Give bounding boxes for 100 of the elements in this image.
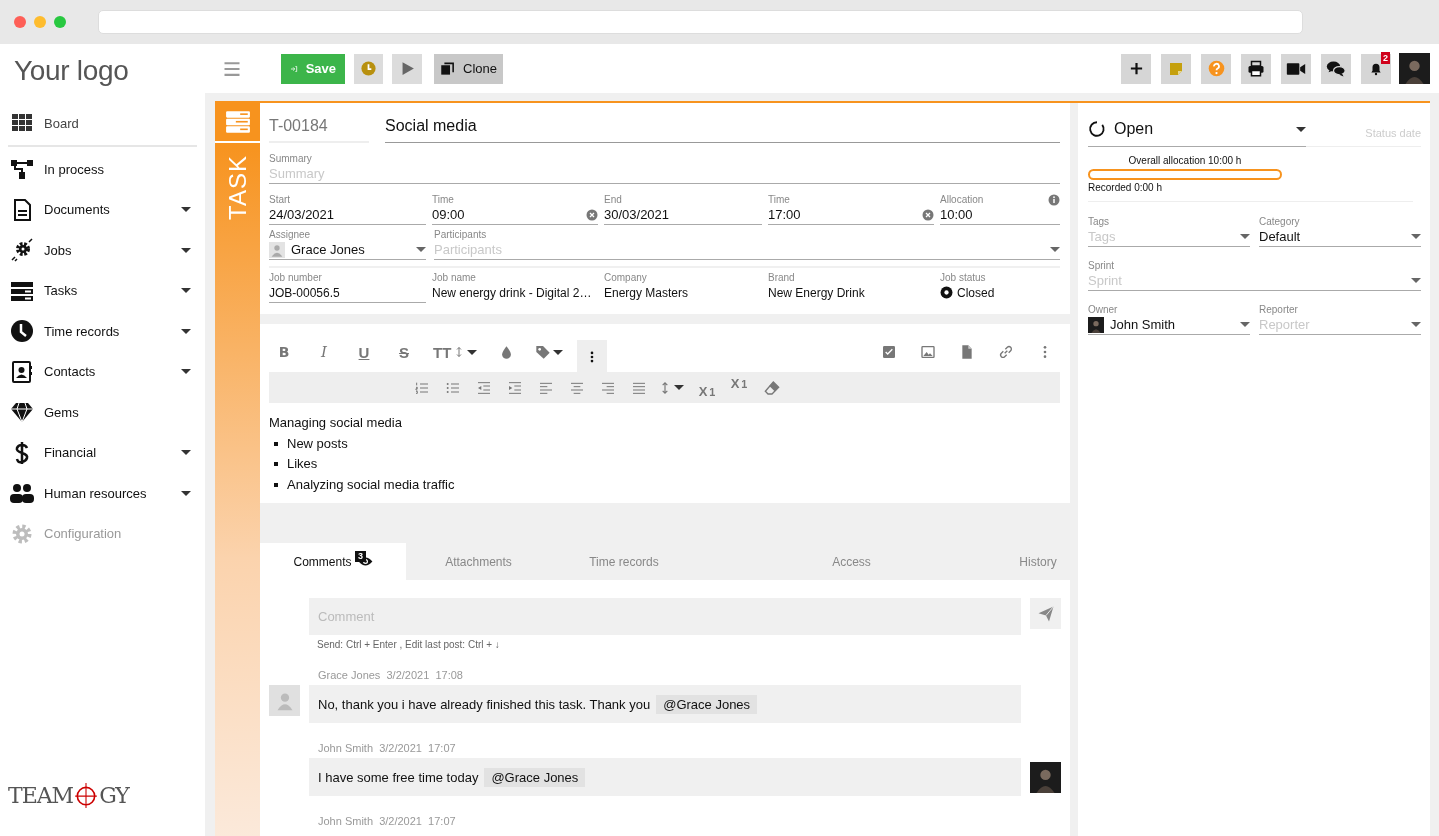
mention-tag[interactable]: @Grace Jones xyxy=(656,694,758,714)
caret-icon xyxy=(181,490,191,496)
format-button[interactable]: TT xyxy=(429,337,482,367)
comment-meta: John Smith 3/2/2021 17:07 xyxy=(317,815,457,827)
job-detail: Job name New energy drink - Digital 2… xyxy=(432,272,593,302)
contact-card-icon xyxy=(10,359,34,384)
link-icon xyxy=(998,344,1014,360)
notifications-button[interactable]: 2 xyxy=(1361,53,1391,84)
status-select[interactable]: Open xyxy=(1088,117,1306,147)
task-title-field[interactable]: Social media xyxy=(385,117,1060,143)
user-avatar[interactable] xyxy=(1399,53,1430,84)
recorded-text: Recorded 0:00 h xyxy=(1088,182,1163,193)
send-button[interactable] xyxy=(1030,598,1061,629)
help-icon xyxy=(1207,60,1225,77)
assignee-select[interactable]: Assignee Grace Jones xyxy=(269,229,426,260)
caret-icon xyxy=(416,247,426,252)
close-dot[interactable] xyxy=(14,16,26,28)
sticky-note-icon xyxy=(1168,60,1184,77)
sidebar-item[interactable]: Human resources xyxy=(8,473,197,514)
caret-icon xyxy=(181,288,191,294)
user-avatar-icon xyxy=(1030,761,1061,793)
format-button[interactable]: U xyxy=(349,337,379,367)
radio-icon xyxy=(940,286,953,299)
add-button[interactable] xyxy=(1121,53,1151,84)
bell-icon xyxy=(1369,61,1383,76)
plus-icon xyxy=(1128,61,1144,76)
sidebar-item[interactable]: Jobs xyxy=(8,230,197,271)
video-button[interactable] xyxy=(1281,53,1311,84)
people-icon xyxy=(10,481,34,506)
job-status: Job status Closed xyxy=(940,272,996,302)
info-icon xyxy=(1048,194,1060,206)
image-icon xyxy=(920,344,936,360)
caret-icon xyxy=(181,369,191,375)
task-number: T-00184 xyxy=(269,117,369,143)
tag-icon xyxy=(535,344,552,360)
file-icon xyxy=(959,344,975,360)
job-number-field[interactable]: Job number JOB-00056.5 xyxy=(269,272,426,303)
clear-icon xyxy=(922,208,934,221)
avatar-icon xyxy=(1399,53,1430,84)
caret-icon xyxy=(1240,234,1250,239)
mention-tag[interactable]: @Grace Jones xyxy=(484,767,586,787)
ring-icon xyxy=(1088,120,1106,138)
caret-icon xyxy=(1050,247,1060,252)
list-item: Analyzing social media traffic xyxy=(287,475,455,494)
comment-meta: Grace Jones 3/2/2021 17:08 xyxy=(317,669,464,681)
eraser-icon xyxy=(763,379,780,396)
tab[interactable]: Comments 3 xyxy=(260,543,406,580)
job-detail: Company Energy Masters xyxy=(604,272,690,302)
indent-icon xyxy=(506,379,523,396)
brand-text: TEAM xyxy=(8,782,74,808)
sidebar-item[interactable]: In process xyxy=(8,149,197,190)
maximize-dot[interactable] xyxy=(54,16,66,28)
sidebar-item[interactable]: Gems xyxy=(8,392,197,433)
date-time-field[interactable]: End 30/03/2021 xyxy=(604,194,762,225)
format-button[interactable]: I xyxy=(309,337,339,367)
sidebar-item[interactable]: Board xyxy=(8,101,197,147)
sidebar-item[interactable]: Contacts xyxy=(8,351,197,392)
format-button[interactable]: S xyxy=(389,337,419,367)
caret-icon xyxy=(181,450,191,456)
play-button[interactable] xyxy=(392,53,422,84)
outdent-icon xyxy=(475,379,492,396)
bullet-icon xyxy=(274,462,278,467)
caret-icon xyxy=(1296,126,1306,132)
comment-meta: John Smith 3/2/2021 17:07 xyxy=(317,742,457,754)
sidebar-item[interactable]: Tasks xyxy=(8,270,197,311)
date-time-field[interactable]: Time 17:00 xyxy=(768,194,934,225)
format-button[interactable]: B xyxy=(269,337,299,367)
caret-icon xyxy=(1411,234,1421,239)
caret-icon xyxy=(181,247,191,253)
flowchart-icon xyxy=(10,157,34,182)
clear-icon xyxy=(586,208,598,221)
note-button[interactable] xyxy=(1161,53,1191,84)
caret-icon xyxy=(467,349,478,355)
sidebar-item[interactable]: Financial xyxy=(8,432,197,473)
select-field[interactable]: Category Default xyxy=(1259,216,1421,247)
comment-text: I have some free time today xyxy=(318,769,479,785)
job-detail: Brand New Energy Drink xyxy=(768,272,866,302)
date-time-field[interactable]: Time 09:00 xyxy=(432,194,598,225)
bullet-icon xyxy=(274,482,278,487)
clock-icon xyxy=(10,319,34,344)
date-time-field[interactable]: Allocation 10:00 xyxy=(940,194,1060,225)
gear-icon xyxy=(10,238,34,263)
sidebar-item[interactable]: Time records xyxy=(8,311,197,352)
more-button[interactable] xyxy=(577,340,608,374)
brand-text: GY xyxy=(99,782,129,808)
clone-button[interactable]: Clone xyxy=(434,53,503,84)
list-item: Likes xyxy=(287,455,318,473)
paragraph: Managing social media xyxy=(269,414,403,432)
avatar-icon xyxy=(1088,316,1104,333)
date-time-field[interactable]: Start 24/03/2021 xyxy=(269,194,426,225)
timer-button[interactable] xyxy=(354,53,383,84)
chat-button[interactable] xyxy=(1321,53,1351,84)
diamond-icon xyxy=(10,400,34,425)
select-field[interactable]: Owner John Smith xyxy=(1088,304,1250,335)
count-badge: 3 xyxy=(355,551,366,562)
print-button[interactable] xyxy=(1241,53,1271,84)
help-button[interactable] xyxy=(1201,53,1231,84)
minimize-dot[interactable] xyxy=(34,16,46,28)
allocation-title: Overall allocation 10:00 h xyxy=(1127,155,1243,166)
sidebar-item[interactable]: Documents xyxy=(8,189,197,230)
